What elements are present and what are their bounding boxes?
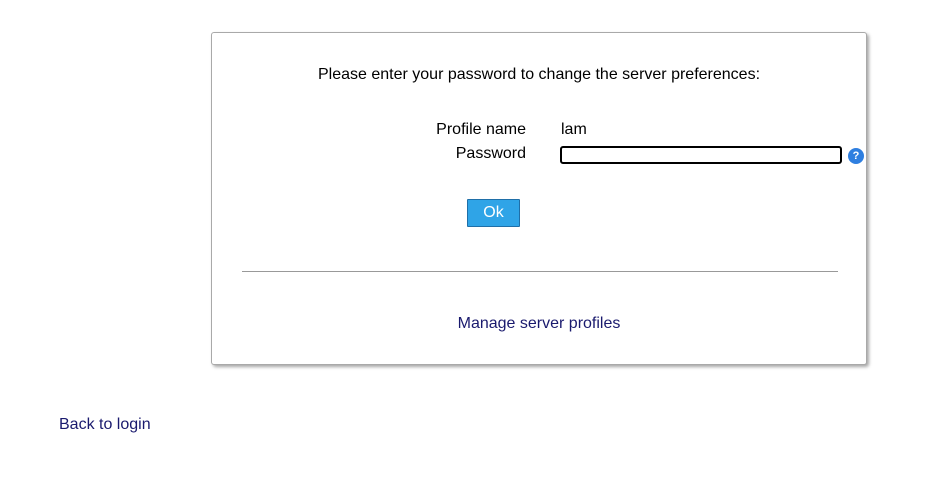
- password-field[interactable]: [560, 146, 842, 164]
- dialog-prompt: Please enter your password to change the…: [317, 66, 761, 83]
- ok-button[interactable]: Ok: [467, 199, 520, 227]
- profile-name-value: lam: [561, 121, 587, 138]
- password-label: Password: [455, 145, 526, 162]
- manage-server-profiles-link[interactable]: Manage server profiles: [212, 315, 866, 333]
- back-to-login-link[interactable]: Back to login: [59, 416, 151, 434]
- page: Please enter your password to change the…: [0, 0, 942, 485]
- password-dialog: Please enter your password to change the…: [211, 32, 867, 365]
- help-icon[interactable]: ?: [848, 148, 864, 164]
- divider: [242, 271, 838, 272]
- profile-name-label: Profile name: [436, 121, 526, 138]
